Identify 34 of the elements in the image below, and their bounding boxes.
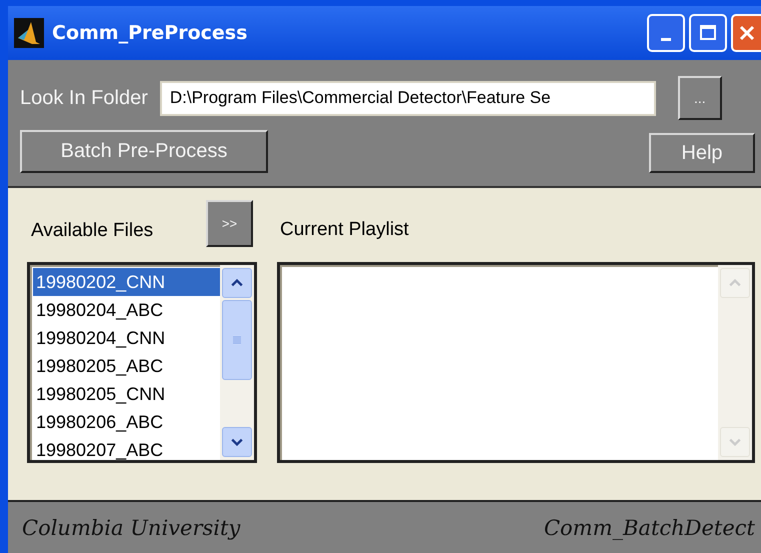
help-button[interactable]: Help: [649, 133, 755, 173]
window-title: Comm_PreProcess: [52, 22, 248, 44]
available-files-label: Available Files: [31, 220, 154, 242]
add-to-playlist-button[interactable]: >>: [206, 200, 253, 247]
scroll-up-button[interactable]: [222, 268, 252, 298]
current-playlist-label: Current Playlist: [280, 219, 409, 241]
file-list-item[interactable]: 19980202_CNN: [33, 268, 220, 296]
folder-path-field[interactable]: D:\Program Files\Commercial Detector\Feature Se: [160, 80, 656, 116]
scrollbar-thumb[interactable]: [222, 300, 252, 380]
file-list-item[interactable]: 19980206_ABC: [33, 408, 220, 436]
file-list-item[interactable]: 19980207_ABC: [33, 436, 220, 460]
file-list-item[interactable]: 19980204_CNN: [33, 324, 220, 352]
chevron-up-icon: [729, 279, 741, 287]
file-list-item[interactable]: 19980204_ABC: [33, 296, 220, 324]
batch-pre-process-button[interactable]: Batch Pre-Process: [20, 130, 268, 173]
folder-label: Look In Folder: [20, 86, 148, 110]
close-button[interactable]: [731, 14, 761, 52]
chevron-down-icon: [729, 438, 741, 446]
chevron-down-icon: [230, 438, 243, 446]
close-icon: [737, 23, 757, 43]
minimize-button[interactable]: [647, 14, 685, 52]
maximize-button[interactable]: [689, 14, 727, 52]
chevron-up-icon: [230, 279, 243, 287]
file-list-item[interactable]: 19980205_ABC: [33, 352, 220, 380]
minimize-icon: [661, 38, 671, 40]
browse-button[interactable]: ...: [678, 76, 722, 120]
grip-icon: [232, 336, 241, 344]
university-name: Columbia University: [22, 516, 240, 540]
available-files-list[interactable]: 19980202_CNN 19980204_ABC 19980204_CNN 19980205_ABC 19980205_CNN 19980206_ABC 19980207_ABC: [27, 262, 257, 463]
app-logo-icon: [14, 18, 44, 48]
app-name: Comm_BatchDetect: [544, 516, 755, 540]
scroll-down-button[interactable]: [222, 427, 252, 457]
maximize-icon: [698, 23, 718, 43]
file-list-item[interactable]: 19980205_CNN: [33, 380, 220, 408]
